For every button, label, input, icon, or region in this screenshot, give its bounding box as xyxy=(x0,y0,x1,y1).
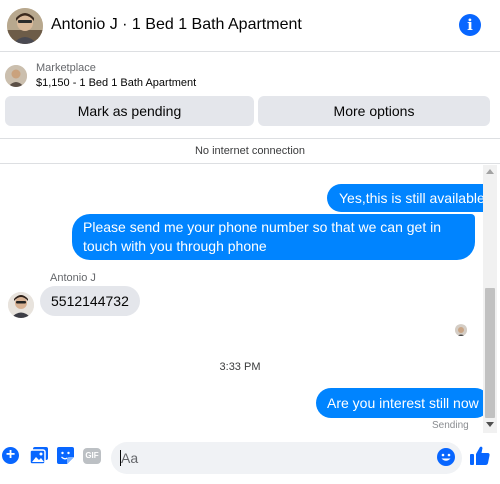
listing-description[interactable]: $1,150 - 1 Bed 1 Bath Apartment xyxy=(36,77,196,89)
emoji-icon[interactable] xyxy=(437,448,455,466)
info-icon[interactable]: i xyxy=(459,14,481,36)
sender-name: Antonio J xyxy=(50,272,96,284)
chat-header: Antonio J · 1 Bed 1 Bath Apartment i xyxy=(0,0,500,52)
marketplace-listing-panel: Marketplace $1,150 - 1 Bed 1 Bath Apartm… xyxy=(0,52,500,134)
more-options-button[interactable]: More options xyxy=(258,96,490,126)
message-input[interactable] xyxy=(111,442,462,474)
message-composer: + GIF xyxy=(0,433,500,484)
listing-source: Marketplace xyxy=(36,62,96,74)
gif-icon[interactable]: GIF xyxy=(83,448,101,464)
sticker-icon[interactable] xyxy=(57,447,74,464)
delivery-status: Sending xyxy=(432,420,469,431)
text-cursor xyxy=(120,450,121,466)
message-thread: Yes,this is still available Please send … xyxy=(0,165,500,433)
scrollbar[interactable] xyxy=(483,165,497,433)
connection-status-banner: No internet connection xyxy=(0,138,500,164)
read-receipt-avatar xyxy=(455,324,467,336)
message-bubble-outgoing: Are you interest still now xyxy=(316,388,490,418)
plus-icon[interactable]: + xyxy=(2,447,19,464)
message-bubble-incoming: 5512144732 xyxy=(40,286,140,316)
scrollbar-thumb[interactable] xyxy=(485,288,495,418)
like-icon[interactable] xyxy=(470,446,490,466)
message-bubble-outgoing: Yes,this is still available xyxy=(327,184,497,212)
photo-icon[interactable] xyxy=(29,447,48,465)
scroll-up-arrow-icon[interactable] xyxy=(486,169,494,174)
message-timestamp: 3:33 PM xyxy=(219,361,261,373)
conversation-title: Antonio J · 1 Bed 1 Bath Apartment xyxy=(51,16,302,33)
message-bubble-outgoing: Please send me your phone number so that… xyxy=(72,214,475,260)
mark-as-pending-button[interactable]: Mark as pending xyxy=(5,96,254,126)
contact-avatar[interactable] xyxy=(7,8,43,44)
scroll-down-arrow-icon[interactable] xyxy=(486,422,494,427)
listing-thumbnail[interactable] xyxy=(5,65,27,87)
sender-avatar[interactable] xyxy=(8,292,34,318)
